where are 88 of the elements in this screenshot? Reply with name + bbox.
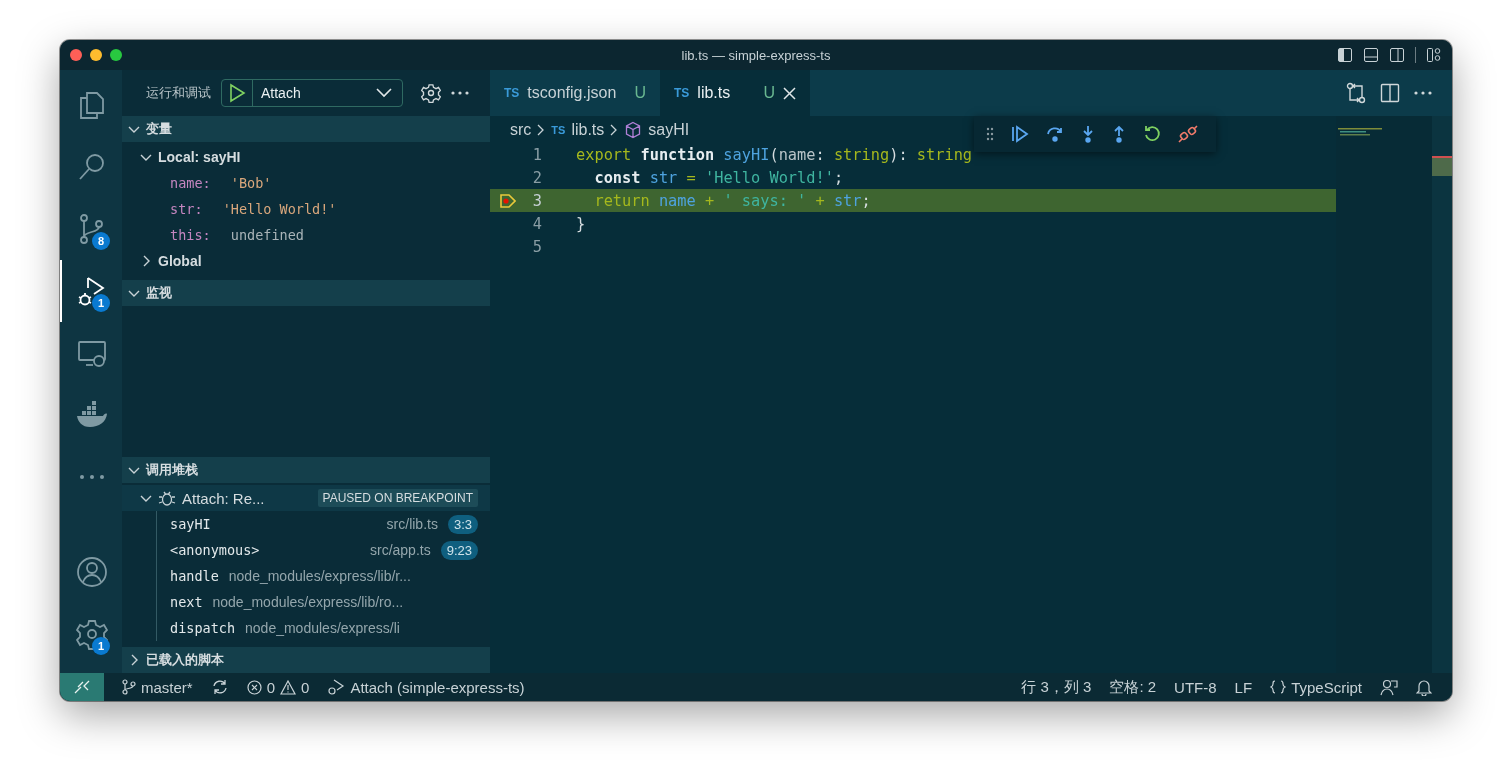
remote-button[interactable] xyxy=(60,673,104,701)
split-layout-icon[interactable] xyxy=(1389,47,1405,63)
bell-icon[interactable] xyxy=(1416,678,1432,696)
stack-frame-item[interactable]: sayHI src/lib.ts 3:3 xyxy=(156,511,490,537)
breadcrumb-item[interactable]: TS lib.ts xyxy=(551,120,605,139)
layout-icon[interactable] xyxy=(1426,47,1442,63)
chevron-down-icon xyxy=(376,88,392,98)
files-icon[interactable] xyxy=(77,89,107,121)
stack-frame-item[interactable]: <anonymous> src/app.ts 9:23 xyxy=(156,537,490,563)
restart-icon[interactable] xyxy=(1143,125,1161,143)
variables-section-header[interactable]: 变量 xyxy=(122,116,490,142)
disconnect-icon[interactable] xyxy=(1178,125,1198,143)
line-ending[interactable]: LF xyxy=(1234,678,1253,696)
chevron-right-icon xyxy=(610,123,619,136)
braces-icon xyxy=(1270,680,1287,694)
run-debug-icon[interactable] xyxy=(77,275,107,307)
loaded-scripts-section-header[interactable]: 已载入的脚本 xyxy=(122,647,490,673)
error-icon xyxy=(246,679,262,695)
position-badge: 3:3 xyxy=(447,514,478,534)
debug-session-item[interactable]: Attach: Re... PAUSED ON BREAKPOINT xyxy=(122,485,490,511)
run-debug-icon xyxy=(327,679,346,695)
count-badge: 1 xyxy=(92,637,110,655)
panel-toggle-icon[interactable] xyxy=(1363,47,1379,63)
branch-button[interactable]: master* xyxy=(122,678,193,696)
step-out-icon[interactable] xyxy=(1112,125,1126,143)
breadcrumb-item[interactable]: sayHI xyxy=(624,120,690,139)
scrollbar[interactable] xyxy=(1432,116,1452,673)
more-icon[interactable] xyxy=(1414,91,1432,95)
indentation[interactable]: 空格: 2 xyxy=(1109,677,1157,697)
line-number: 2 xyxy=(531,168,542,187)
line-number: 5 xyxy=(531,237,542,256)
stack-frame-item[interactable]: dispatch node_modules/express/li xyxy=(156,615,490,641)
minimize-light[interactable] xyxy=(90,49,102,61)
debug-target-button[interactable]: Attach (simple-express-ts) xyxy=(327,678,525,696)
line-number: 4 xyxy=(531,214,542,233)
code-line: const str = 'Hello World!'; xyxy=(593,168,844,187)
breakpoint-icon[interactable] xyxy=(500,193,516,208)
variable-item[interactable]: this: undefined xyxy=(122,222,490,248)
account-icon[interactable] xyxy=(76,556,108,588)
more-icon[interactable] xyxy=(77,473,107,481)
warning-icon xyxy=(280,679,297,695)
editor-tab[interactable]: TS lib.ts U xyxy=(660,70,810,116)
settings-icon[interactable] xyxy=(421,83,441,103)
window-title: lib.ts — simple-express-ts xyxy=(681,47,831,63)
cube-icon xyxy=(624,120,643,139)
step-over-icon[interactable] xyxy=(1046,125,1064,143)
position-badge: 9:23 xyxy=(440,540,478,560)
call-stack-section-header[interactable]: 调用堆栈 xyxy=(122,457,490,483)
code-line: return name + ' says: ' + str; xyxy=(593,191,871,210)
step-into-icon[interactable] xyxy=(1081,125,1095,143)
compare-changes-icon[interactable] xyxy=(1346,82,1366,104)
watch-section-header[interactable]: 监视 xyxy=(122,280,490,306)
chevron-right-icon xyxy=(537,123,546,136)
problems-button[interactable]: 0 0 xyxy=(246,678,310,696)
encoding[interactable]: UTF-8 xyxy=(1174,678,1217,696)
variable-item[interactable]: name: 'Bob' xyxy=(122,170,490,196)
variable-item[interactable]: str: 'Hello World!' xyxy=(122,196,490,222)
sidebar-title: 运行和调试 xyxy=(146,84,211,102)
stack-frame-item[interactable]: next node_modules/express/lib/ro... xyxy=(156,589,490,615)
drag-handle-icon[interactable] xyxy=(986,127,994,141)
close-light[interactable] xyxy=(70,49,82,61)
stack-frame-item[interactable]: handle node_modules/express/lib/r... xyxy=(156,563,490,589)
code-preview-drawing xyxy=(1336,127,1384,136)
branch-icon xyxy=(122,679,136,695)
code-line: } xyxy=(575,214,586,233)
split-editor-icon[interactable] xyxy=(1380,83,1400,103)
count-badge: 8 xyxy=(92,232,110,250)
cursor-position[interactable]: 行 3，列 3 xyxy=(1021,677,1092,697)
sidebar-toggle-icon[interactable] xyxy=(1337,47,1353,63)
sync-icon[interactable] xyxy=(210,679,229,695)
debug-config-dropdown[interactable]: Attach xyxy=(221,79,403,107)
zoom-light[interactable] xyxy=(110,49,122,61)
feedback-icon[interactable] xyxy=(1380,678,1398,696)
close-icon[interactable] xyxy=(783,86,796,100)
more-icon[interactable] xyxy=(451,91,469,95)
remote-icon xyxy=(74,680,90,694)
breadcrumb-item[interactable]: src xyxy=(510,120,532,139)
code-line: export function sayHI(name: string): string xyxy=(575,145,973,164)
count-badge: 1 xyxy=(92,294,110,312)
language-mode[interactable]: TypeScript xyxy=(1270,678,1362,696)
scope-item[interactable]: Local: sayHI xyxy=(122,144,490,170)
status-badge: PAUSED ON BREAKPOINT xyxy=(317,489,478,507)
line-number: 1 xyxy=(531,145,542,164)
continue-icon[interactable] xyxy=(1011,125,1029,143)
settings-icon[interactable] xyxy=(76,618,108,650)
line-number: 3 xyxy=(531,191,542,210)
bug-icon xyxy=(158,489,176,507)
scope-item[interactable]: Global xyxy=(122,248,490,274)
